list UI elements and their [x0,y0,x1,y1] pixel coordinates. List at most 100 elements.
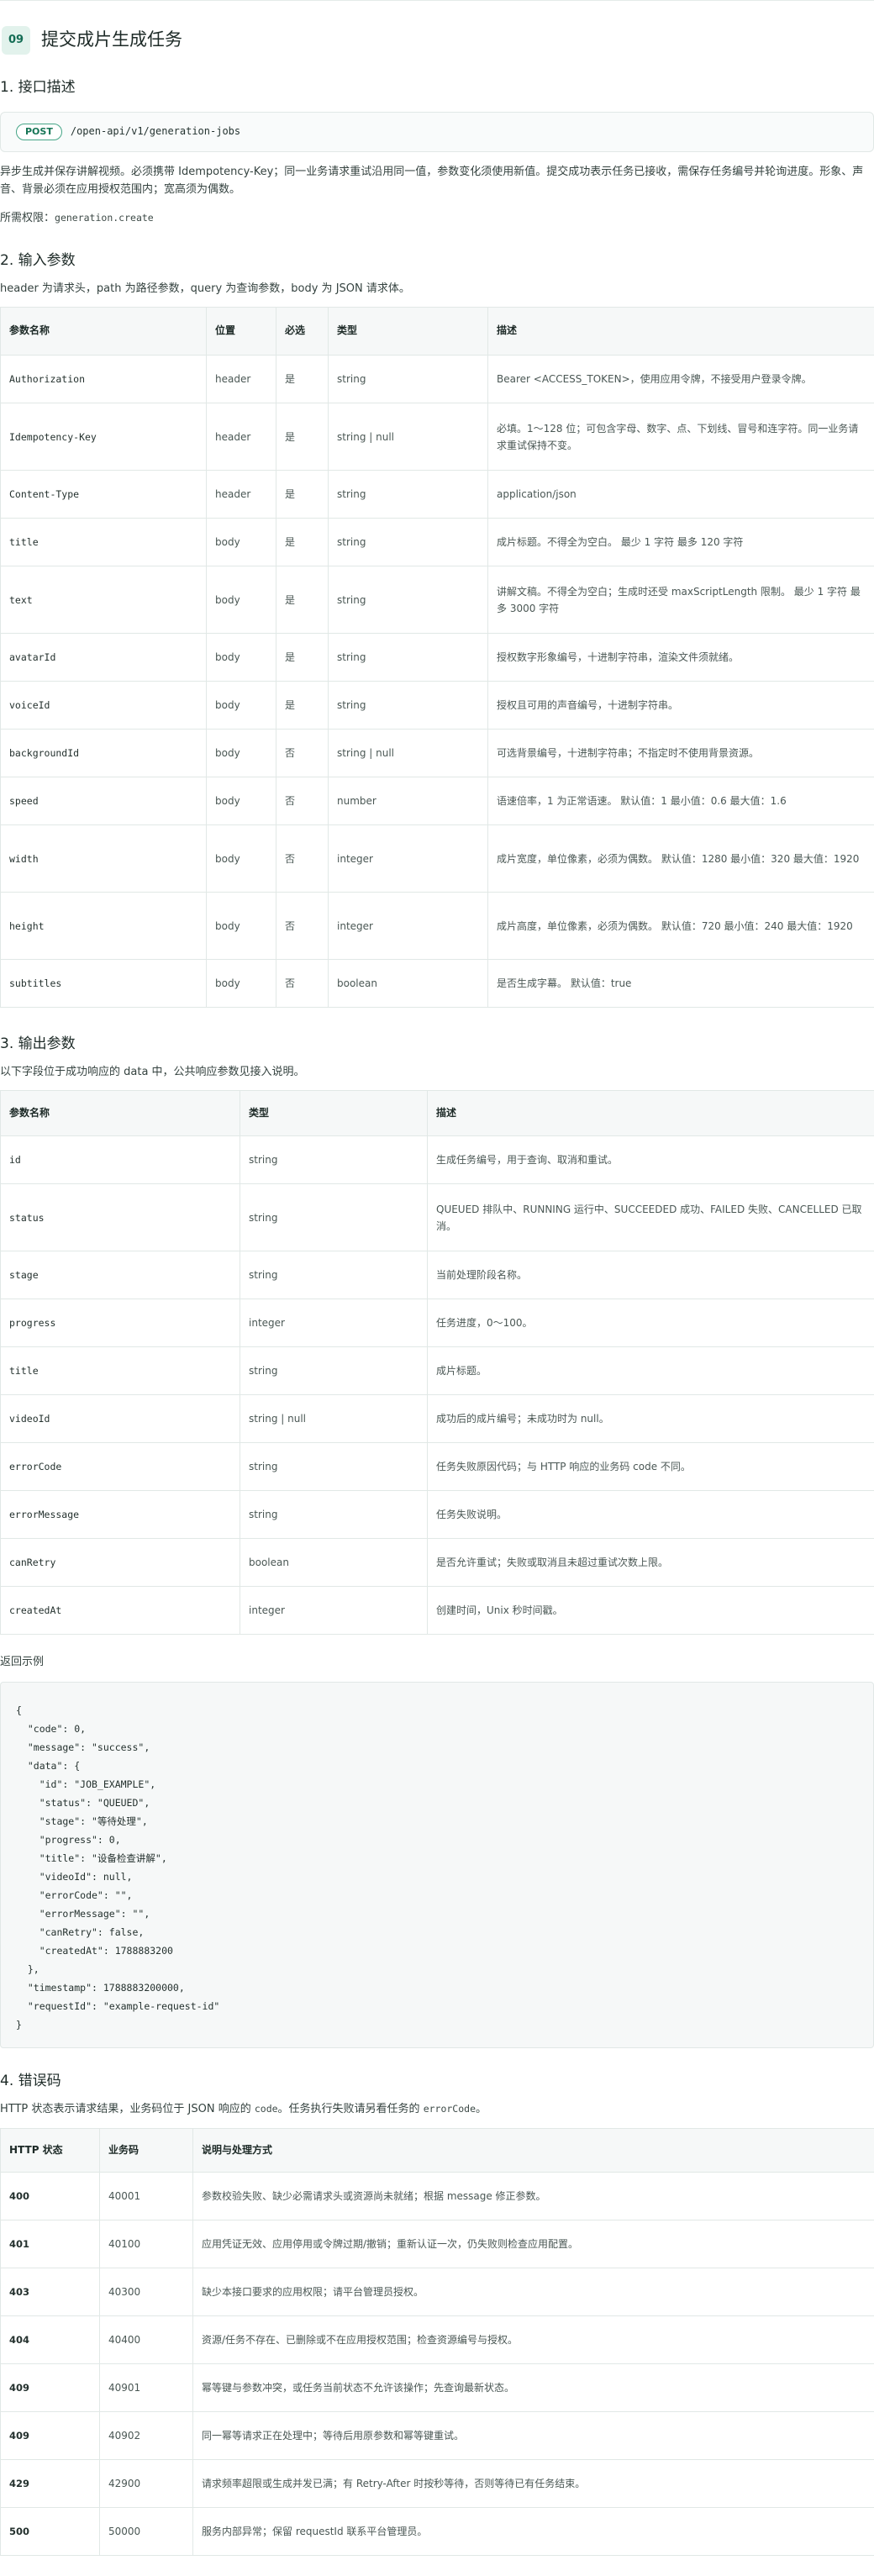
table-cell-desc: 生成任务编号，用于查询、取消和重试。 [427,1135,874,1184]
table-row: status string QUEUED 排队中、RUNNING 运行中、SUCCE… [0,1183,874,1251]
column-header: 参数名称 [0,1090,240,1136]
table-cell-http: 429 [0,2459,100,2508]
table-row: width body 否 integer 成片宽度，单位像素，必须为偶数。 默认值：12… [0,824,874,893]
table-row: title body 是 string 成片标题。不得全为空白。 最少 1 字符 最多 … [0,518,874,566]
table-cell-name: progress [0,1299,240,1347]
table-cell-req: 否 [276,892,329,960]
table-row: Content-Type header 是 string application/jso… [0,470,874,519]
table-cell-loc: body [206,729,276,777]
table-cell-req: 是 [276,566,329,634]
table-cell-type: string | null [328,729,488,777]
table-header-row: 参数名称 类型 描述 [0,1090,874,1136]
table-row: backgroundId body 否 string | null 可选背景编号，十进制… [0,729,874,777]
table-cell-type: boolean [328,959,488,1008]
column-header: 类型 [328,307,488,356]
table-cell-desc: 服务内部异常；保留 requestId 联系平台管理员。 [192,2507,874,2556]
table-cell-req: 否 [276,777,329,825]
table-cell-desc: 成片标题。不得全为空白。 最少 1 字符 最多 120 字符 [487,518,874,566]
input-params-table: 参数名称 位置 必选 类型 描述 Authorization header 是 str… [0,307,874,1008]
section-title-description: 1. 接口描述 [0,79,76,96]
table-cell-code: 40901 [99,2363,193,2412]
table-cell-type: string [240,1183,428,1251]
response-example-codeblock: { "code": 0, "message": "success", "data… [0,1682,874,2048]
table-cell-req: 是 [276,518,329,566]
table-cell-code: 40001 [99,2172,193,2220]
endpoint-path: /open-api/v1/generation-jobs [70,125,241,138]
table-cell-desc: 创建时间，Unix 秒时间戳。 [427,1586,874,1635]
table-cell-code: 40400 [99,2315,193,2364]
table-cell-name: Idempotency-Key [0,403,207,471]
response-example-code: { "code": 0, "message": "success", "data… [16,1704,220,2031]
table-cell-http: 500 [0,2507,100,2556]
endpoint-description: 异步生成并保存讲解视频。必须携带 Idempotency-Key；同一业务请求重… [0,166,864,196]
table-cell-desc: 资源/任务不存在、已删除或不在应用授权范围；检查资源编号与授权。 [192,2315,874,2364]
table-cell-desc: 成片高度，单位像素，必须为偶数。 默认值：720 最小值：240 最大值：192… [487,892,874,960]
top-divider [0,0,874,1]
table-cell-name: avatarId [0,633,207,682]
table-cell-name: width [0,824,207,893]
column-header: HTTP 状态 [0,2128,100,2173]
desc-text: 。 [476,2103,487,2115]
table-cell-desc: 请求频率超限或生成并发已满；有 Retry-After 时按秒等待，否则等待已有… [192,2459,874,2508]
table-cell-loc: body [206,892,276,960]
table-row: title string 成片标题。 [0,1346,874,1395]
table-cell-loc: body [206,681,276,730]
table-cell-type: string [328,566,488,634]
desc-text: HTTP 状态表示请求结果，业务码位于 JSON 响应的 [0,2103,255,2115]
table-cell-name: Content-Type [0,470,207,519]
column-header: 业务码 [99,2128,193,2173]
table-row: speed body 否 number 语速倍率，1 为正常语速。 默认值：1 最小值：… [0,777,874,825]
table-header-row: 参数名称 位置 必选 类型 描述 [0,307,874,356]
table-cell-type: string [328,518,488,566]
table-cell-type: string [240,1251,428,1299]
table-cell-type: string [328,681,488,730]
table-cell-desc: 参数校验失败、缺少必需请求头或资源尚未就绪；根据 message 修正参数。 [192,2172,874,2220]
table-cell-name: subtitles [0,959,207,1008]
table-cell-loc: body [206,959,276,1008]
table-cell-req: 否 [276,959,329,1008]
table-cell-type: boolean [240,1538,428,1587]
table-row: 409 40901 幂等键与参数冲突，或任务当前状态不允许该操作；先查询最新状态。 [0,2363,874,2412]
table-cell-loc: header [206,355,276,403]
table-row: avatarId body 是 string 授权数字形象编号，十进制字符串，渲染文件须… [0,633,874,682]
permission-value: generation.create [55,212,154,224]
section-number-badge: 09 [2,26,30,55]
table-cell-type: integer [240,1586,428,1635]
table-row: 400 40001 参数校验失败、缺少必需请求头或资源尚未就绪；根据 message… [0,2172,874,2220]
table-cell-type: string [240,1346,428,1395]
desc-text: 。任务执行失败请另看任务的 [277,2103,424,2115]
error-codes-table: HTTP 状态 业务码 说明与处理方式 400 40001 参数校验失败、缺少必需请… [0,2128,874,2556]
table-cell-name: text [0,566,207,634]
table-cell-desc: 授权且可用的声音编号，十进制字符串。 [487,681,874,730]
table-row: voiceId body 是 string 授权且可用的声音编号，十进制字符串。 [0,681,874,730]
table-cell-name: errorMessage [0,1490,240,1539]
table-row: videoId string | null 成功后的成片编号；未成功时为 null。 [0,1394,874,1443]
section-title-error-codes: 4. 错误码 [0,2073,61,2089]
table-row: id string 生成任务编号，用于查询、取消和重试。 [0,1135,874,1184]
input-params-description: header 为请求头，path 为路径参数，query 为查询参数，body … [0,282,410,295]
table-cell-loc: body [206,566,276,634]
table-row: Authorization header 是 string Bearer <ACCESS… [0,355,874,403]
table-cell-type: integer [240,1299,428,1347]
table-cell-type: string [328,633,488,682]
permission-label: 所需权限： [0,212,55,224]
table-row: text body 是 string 讲解文稿。不得全为空白；生成时还受 maxScri… [0,566,874,634]
table-cell-type: integer [328,824,488,893]
table-cell-desc: 任务失败原因代码；与 HTTP 响应的业务码 code 不同。 [427,1442,874,1491]
endpoint-box: POST /open-api/v1/generation-jobs [0,112,874,152]
table-cell-desc: 是否允许重试；失败或取消且未超过重试次数上限。 [427,1538,874,1587]
output-params-description: 以下字段位于成功响应的 data 中，公共响应参数见接入说明。 [0,1066,305,1078]
table-cell-loc: header [206,470,276,519]
table-cell-desc: 成片宽度，单位像素，必须为偶数。 默认值：1280 最小值：320 最大值：19… [487,824,874,893]
page-title: 提交成片生成任务 [41,29,182,50]
table-row: 500 50000 服务内部异常；保留 requestId 联系平台管理员。 [0,2507,874,2556]
table-cell-desc: 成片标题。 [427,1346,874,1395]
table-cell-name: createdAt [0,1586,240,1635]
table-cell-code: 50000 [99,2507,193,2556]
table-cell-code: 40300 [99,2268,193,2316]
table-cell-type: string [328,355,488,403]
table-cell-name: videoId [0,1394,240,1443]
table-row: 401 40100 应用凭证无效、应用停用或令牌过期/撤销；重新认证一次，仍失败则检… [0,2220,874,2268]
table-cell-name: Authorization [0,355,207,403]
table-cell-desc: 语速倍率，1 为正常语速。 默认值：1 最小值：0.6 最大值：1.6 [487,777,874,825]
